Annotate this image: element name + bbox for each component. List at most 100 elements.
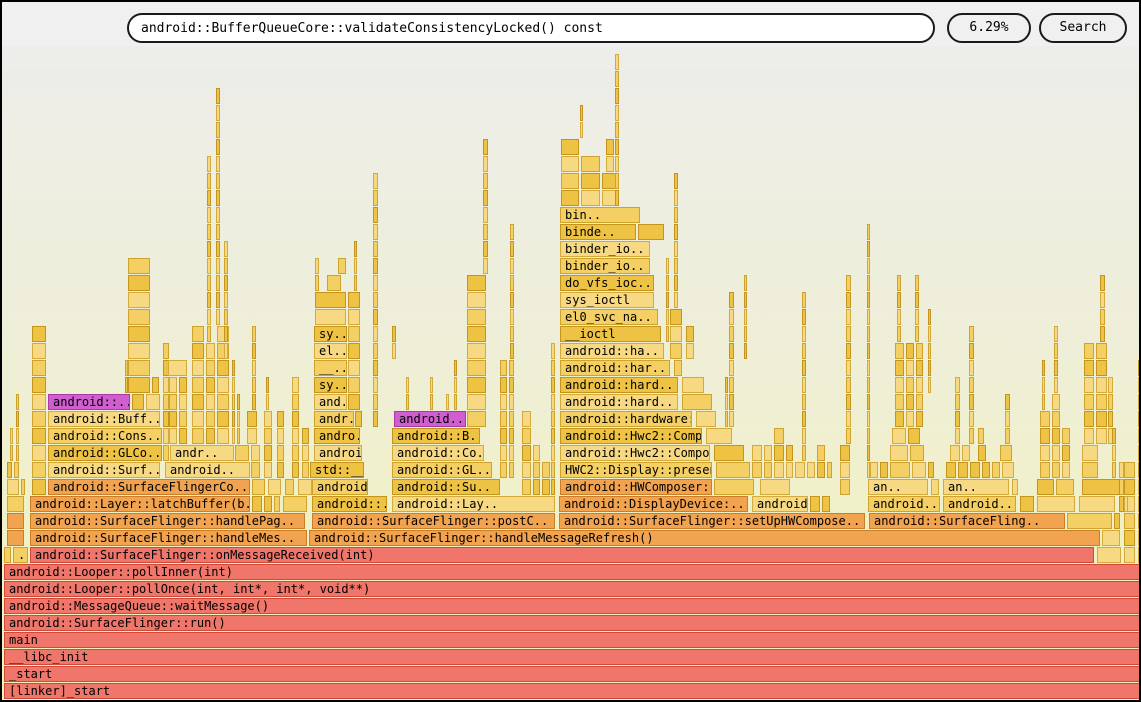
flame-frame[interactable] <box>224 241 228 257</box>
flame-frame[interactable] <box>729 377 734 393</box>
flame-frame[interactable] <box>892 428 906 444</box>
flame-frame[interactable]: binde.. <box>560 224 636 240</box>
flame-frame[interactable] <box>615 88 619 104</box>
flame-frame[interactable] <box>867 343 870 359</box>
flame-frame[interactable] <box>373 292 378 308</box>
flame-frame[interactable] <box>454 360 457 376</box>
flame-frame[interactable] <box>454 394 457 410</box>
flame-frame[interactable] <box>1108 377 1113 393</box>
flame-frame[interactable] <box>446 394 449 410</box>
flame-frame[interactable] <box>467 326 486 342</box>
flame-frame[interactable] <box>817 445 825 461</box>
flame-frame[interactable] <box>125 377 128 393</box>
flame-frame[interactable] <box>969 428 974 444</box>
flame-frame[interactable] <box>840 445 850 461</box>
flame-frame[interactable] <box>430 394 433 410</box>
flame-frame[interactable] <box>128 309 150 325</box>
flame-frame[interactable] <box>674 190 678 206</box>
flame-frame[interactable] <box>928 343 931 359</box>
flame-frame[interactable] <box>217 360 229 376</box>
flame-frame[interactable] <box>163 445 169 461</box>
flame-frame[interactable] <box>1100 309 1105 325</box>
flame-frame[interactable] <box>890 445 908 461</box>
flame-frame[interactable] <box>1005 411 1010 427</box>
flame-frame[interactable] <box>206 360 215 376</box>
flame-frame[interactable] <box>686 343 694 359</box>
flame-frame[interactable] <box>264 496 272 512</box>
flame-frame[interactable] <box>169 428 177 444</box>
flame-frame[interactable] <box>4 547 11 563</box>
flame-frame[interactable] <box>897 275 901 291</box>
flame-frame[interactable] <box>207 156 211 172</box>
flame-frame[interactable] <box>674 207 678 223</box>
flame-frame[interactable] <box>846 428 851 444</box>
flame-frame[interactable] <box>802 343 806 359</box>
flame-frame[interactable] <box>1096 377 1107 393</box>
flame-frame[interactable] <box>716 462 750 478</box>
flame-frame[interactable] <box>315 275 319 291</box>
flame-frame[interactable] <box>714 445 744 461</box>
flame-frame[interactable]: HWC2::Display::present.. <box>560 462 712 478</box>
flame-frame[interactable] <box>1054 377 1058 393</box>
flame-frame[interactable] <box>1020 496 1034 512</box>
flame-frame[interactable] <box>931 479 939 495</box>
flame-frame[interactable] <box>615 122 619 138</box>
flame-frame[interactable] <box>950 445 960 461</box>
flame-frame[interactable] <box>216 292 220 308</box>
flame-frame[interactable] <box>32 394 46 410</box>
flame-frame[interactable] <box>1112 445 1116 461</box>
flame-frame[interactable]: android::SurfaceFlinger::run() <box>4 615 1141 631</box>
flame-frame[interactable] <box>163 343 169 359</box>
flame-frame[interactable] <box>146 394 160 410</box>
flame-frame[interactable] <box>666 275 669 291</box>
flame-frame[interactable] <box>802 292 806 308</box>
flame-frame[interactable] <box>169 411 177 427</box>
flame-frame[interactable] <box>867 224 870 240</box>
flame-frame[interactable] <box>179 394 187 410</box>
flame-frame[interactable] <box>373 343 378 359</box>
flame-frame[interactable] <box>1054 360 1058 376</box>
flame-frame[interactable] <box>373 241 378 257</box>
flame-frame[interactable] <box>327 275 341 291</box>
flame-frame[interactable] <box>1052 411 1060 427</box>
flame-frame[interactable] <box>1124 462 1135 478</box>
flame-frame[interactable] <box>969 343 974 359</box>
flame-frame[interactable] <box>500 360 507 376</box>
flame-frame[interactable] <box>252 394 256 410</box>
flame-frame[interactable] <box>615 190 619 206</box>
flame-frame[interactable] <box>1096 394 1107 410</box>
flame-frame[interactable] <box>760 479 790 495</box>
flame-frame[interactable]: std::__.. <box>310 462 364 478</box>
flame-frame[interactable] <box>786 445 793 461</box>
flame-frame[interactable] <box>774 462 784 478</box>
flame-frame[interactable] <box>551 479 555 495</box>
flame-frame[interactable] <box>266 394 269 410</box>
flame-frame[interactable] <box>32 360 46 376</box>
flame-frame[interactable] <box>533 479 540 495</box>
flame-frame[interactable] <box>467 275 486 291</box>
flame-frame[interactable] <box>969 360 974 376</box>
flame-frame[interactable] <box>958 462 968 478</box>
flame-frame[interactable]: android::Lay.. <box>392 496 555 512</box>
flame-frame[interactable] <box>674 173 678 189</box>
flame-frame[interactable] <box>551 428 555 444</box>
flame-frame[interactable] <box>795 462 805 478</box>
flame-frame[interactable]: binder_io.. <box>560 241 650 257</box>
flame-frame[interactable] <box>522 445 531 461</box>
flame-frame[interactable] <box>915 326 919 342</box>
flame-frame[interactable] <box>206 428 215 444</box>
flame-frame[interactable]: do_vfs_ioc.. <box>560 275 654 291</box>
flame-frame[interactable]: sy.. <box>314 326 347 342</box>
flame-frame[interactable] <box>846 360 851 376</box>
flame-frame[interactable] <box>915 275 919 291</box>
flame-frame[interactable] <box>674 224 678 240</box>
flame-frame[interactable] <box>744 275 747 291</box>
flame-frame[interactable] <box>252 496 262 512</box>
flame-frame[interactable] <box>500 462 507 478</box>
flame-frame[interactable] <box>483 224 488 240</box>
flame-frame[interactable] <box>454 377 457 393</box>
flame-frame[interactable] <box>774 445 784 461</box>
flame-frame[interactable] <box>348 326 360 342</box>
flame-frame[interactable] <box>725 377 728 393</box>
flame-frame[interactable] <box>867 309 870 325</box>
